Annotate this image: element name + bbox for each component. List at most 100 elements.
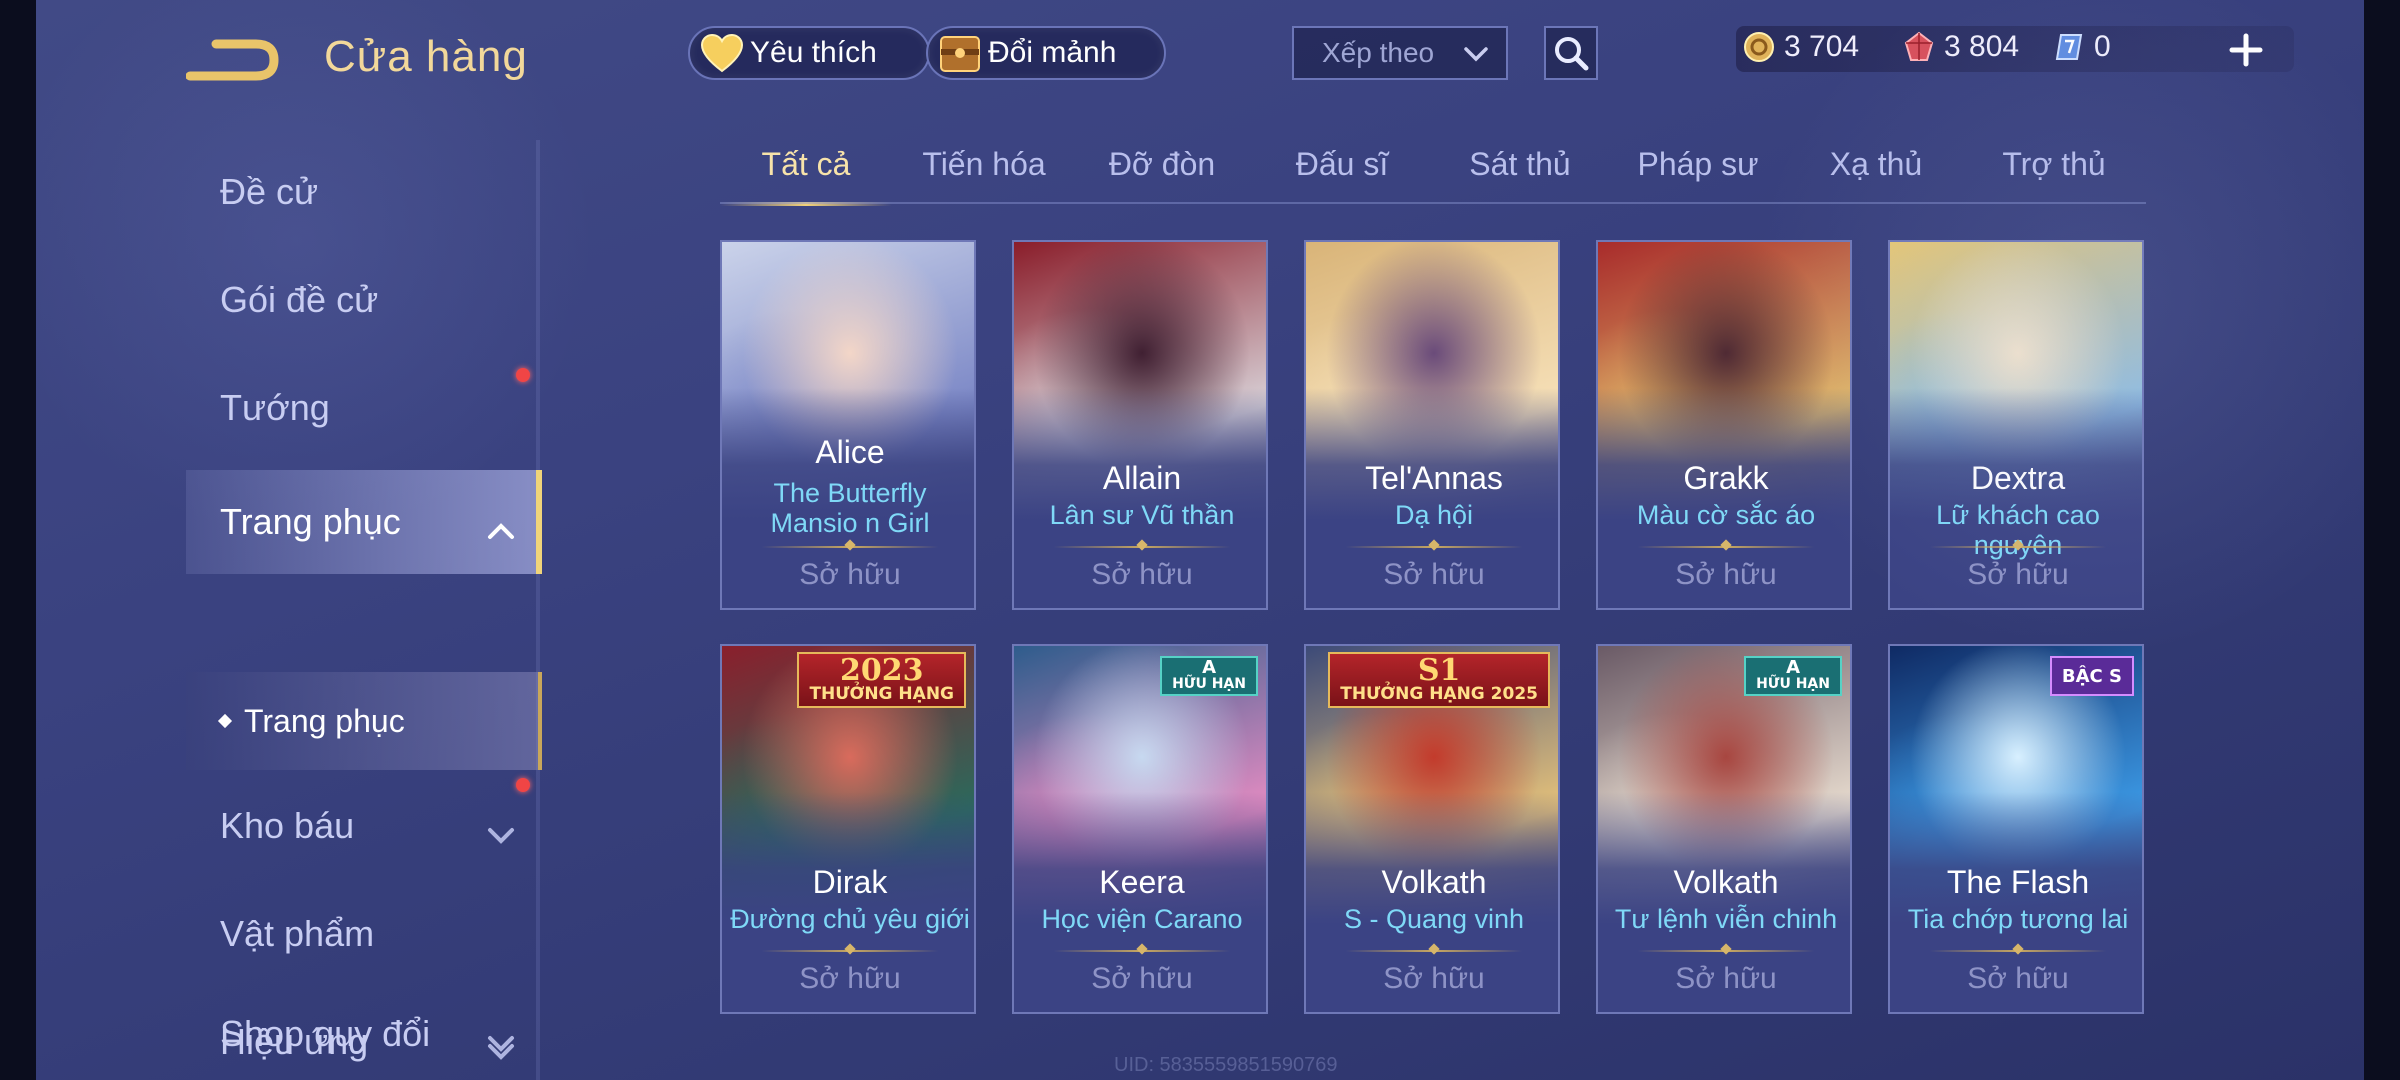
- skin-name: Đường chủ yêu giới: [730, 904, 970, 934]
- owned-status: Sở hữu: [799, 962, 901, 995]
- card-divider: [1638, 950, 1814, 952]
- search-icon: [1555, 37, 1589, 71]
- card-divider: [1054, 546, 1230, 548]
- card-divider: [1054, 950, 1230, 952]
- owned-status: Sở hữu: [1091, 962, 1193, 995]
- skin-card[interactable]: Tel'Annas Dạ hội Sở hữu: [1304, 240, 1560, 610]
- skin-card[interactable]: Dextra Lữ khách cao nguyên Sở hữu: [1888, 240, 2144, 610]
- owned-status: Sở hữu: [1967, 962, 2069, 995]
- badge-subtitle: THƯỞNG HẠNG 2025: [1340, 684, 1538, 704]
- ruby-amount: 3 804: [1944, 30, 2020, 63]
- badge-title: A: [1202, 657, 1216, 678]
- voucher-icon: [2052, 30, 2086, 64]
- sidebar-item-skins[interactable]: Trang phục: [186, 470, 542, 574]
- skin-name: The Butterfly Mansio n Girl: [770, 478, 930, 538]
- skin-card[interactable]: The Flash Tia chớp tương lai Sở hữu BẬC S: [1888, 644, 2144, 1014]
- sort-dropdown[interactable]: Xếp theo: [1292, 26, 1508, 80]
- plus-icon: [2229, 33, 2263, 67]
- sidebar: Đề cử Gói đề cử Tướng Trang phục Trang p…: [186, 140, 542, 1080]
- skin-name: Lân sư Vũ thần: [1049, 500, 1235, 530]
- gold-coin-icon: [1742, 30, 1776, 64]
- gold-currency: 3 704: [1742, 30, 1859, 64]
- ruby-currency: 3 804: [1902, 30, 2019, 64]
- sidebar-item-treasure[interactable]: Kho báu: [186, 774, 542, 878]
- owned-status: Sở hữu: [1091, 558, 1193, 591]
- limited-badge: A HỮU HẠN: [1744, 656, 1842, 696]
- voucher-currency: 0: [2052, 30, 2111, 64]
- sidebar-item-heroes[interactable]: Tướng: [186, 356, 542, 460]
- ruby-icon: [1902, 30, 1936, 64]
- hero-name: Volkath: [1381, 864, 1487, 900]
- skin-card[interactable]: Keera Học viện Carano Sở hữu A HỮU HẠN: [1012, 644, 1268, 1014]
- skin-name: Lữ khách cao nguyên: [1936, 500, 2100, 560]
- owned-status: Sở hữu: [1967, 558, 2069, 591]
- tab-marksman[interactable]: Xạ thủ: [1790, 146, 1962, 204]
- tab-evolution[interactable]: Tiến hóa: [898, 146, 1070, 204]
- sidebar-item-exchange-shop[interactable]: Shop quy đổi: [186, 994, 542, 1074]
- owned-status: Sở hữu: [1675, 558, 1777, 591]
- tab-assassin[interactable]: Sát thủ: [1434, 146, 1606, 204]
- card-shade: [1890, 388, 2142, 608]
- hero-name: Keera: [1099, 864, 1185, 900]
- shard-exchange-button[interactable]: Đổi mảnh: [926, 26, 1166, 80]
- skin-name: Học viện Carano: [1041, 904, 1243, 934]
- hero-name: Dirak: [812, 864, 888, 900]
- sidebar-item-recommended[interactable]: Đề cử: [186, 140, 542, 244]
- hero-name: Dextra: [1970, 460, 2066, 496]
- hero-name: Volkath: [1673, 864, 1779, 900]
- favorites-label: Yêu thích: [750, 36, 877, 69]
- tab-mage[interactable]: Pháp sư: [1612, 146, 1784, 204]
- add-currency-button[interactable]: [2226, 30, 2266, 70]
- tab-all[interactable]: Tất cả: [720, 146, 892, 206]
- skin-name: Tư lệnh viễn chinh: [1614, 904, 1838, 934]
- tab-support[interactable]: Trợ thủ: [1968, 146, 2140, 204]
- sidebar-item-label: Tướng: [220, 387, 330, 428]
- shop-screen: Cửa hàng Yêu thích Đổi mảnh Xếp theo 3 7…: [36, 0, 2364, 1080]
- chevron-down-icon: [486, 814, 516, 856]
- rank-reward-badge: 2023 THƯỞNG HẠNG: [797, 652, 966, 708]
- skin-card[interactable]: Volkath S - Quang vinh Sở hữu S1 THƯỞNG HẠNG…: [1304, 644, 1560, 1014]
- chevron-down-icon: [486, 1022, 516, 1064]
- hero-name: Grakk: [1683, 460, 1769, 496]
- back-button[interactable]: [185, 34, 282, 86]
- skin-name: S - Quang vinh: [1343, 904, 1525, 934]
- sidebar-item-items[interactable]: Vật phẩm: [186, 882, 542, 986]
- sidebar-item-label: Vật phẩm: [220, 913, 375, 954]
- sidebar-item-label: Shop quy đổi: [220, 1013, 431, 1054]
- card-divider: [1346, 950, 1522, 952]
- card-divider: [762, 546, 938, 548]
- sidebar-item-recommended-packs[interactable]: Gói đề cử: [186, 248, 542, 382]
- card-divider: [1346, 546, 1522, 548]
- skin-card[interactable]: Grakk Màu cờ sắc áo Sở hữu: [1596, 240, 1852, 610]
- sidebar-subitem-skins[interactable]: Trang phục: [186, 672, 542, 770]
- skin-card[interactable]: Alice The Butterfly Mansio n Girl Sở hữu: [720, 240, 976, 610]
- shard-exchange-label: Đổi mảnh: [988, 36, 1117, 69]
- badge-title: 2023: [839, 653, 924, 688]
- heart-icon: [700, 31, 744, 75]
- gold-amount: 3 704: [1784, 30, 1860, 63]
- skin-card[interactable]: Dirak Đường chủ yêu giới Sở hữu 2023 THƯỞNG …: [720, 644, 976, 1014]
- tab-tank[interactable]: Đỡ đòn: [1076, 146, 1248, 204]
- tab-fighter[interactable]: Đấu sĩ: [1256, 146, 1428, 204]
- bullet-diamond-icon: [217, 713, 233, 729]
- skin-name: Dạ hội: [1394, 500, 1474, 530]
- skin-card[interactable]: Volkath Tư lệnh viễn chinh Sở hữu A HỮU HẠN: [1596, 644, 1852, 1014]
- uid-label: UID: 5835559851590769: [1114, 1054, 1338, 1076]
- badge-subtitle: HỮU HẠN: [1172, 676, 1246, 692]
- badge-title: A: [1786, 657, 1800, 678]
- page-title: Cửa hàng: [324, 32, 528, 81]
- card-divider: [1930, 950, 2106, 952]
- search-button[interactable]: [1544, 26, 1598, 80]
- badge-title: BẬC S: [2061, 665, 2122, 687]
- card-divider: [1930, 546, 2106, 548]
- treasure-chest-icon: [938, 31, 982, 75]
- rank-reward-badge: S1 THƯỞNG HẠNG 2025: [1328, 652, 1550, 708]
- badge-subtitle: THƯỞNG HẠNG: [809, 684, 954, 704]
- owned-status: Sở hữu: [1383, 962, 1485, 995]
- badge-subtitle: HỮU HẠN: [1756, 676, 1830, 692]
- skin-card[interactable]: Allain Lân sư Vũ thần Sở hữu: [1012, 240, 1268, 610]
- favorites-button[interactable]: Yêu thích: [688, 26, 930, 80]
- owned-status: Sở hữu: [1675, 962, 1777, 995]
- hero-name: The Flash: [1946, 864, 2090, 900]
- badge-title: S1: [1417, 653, 1461, 688]
